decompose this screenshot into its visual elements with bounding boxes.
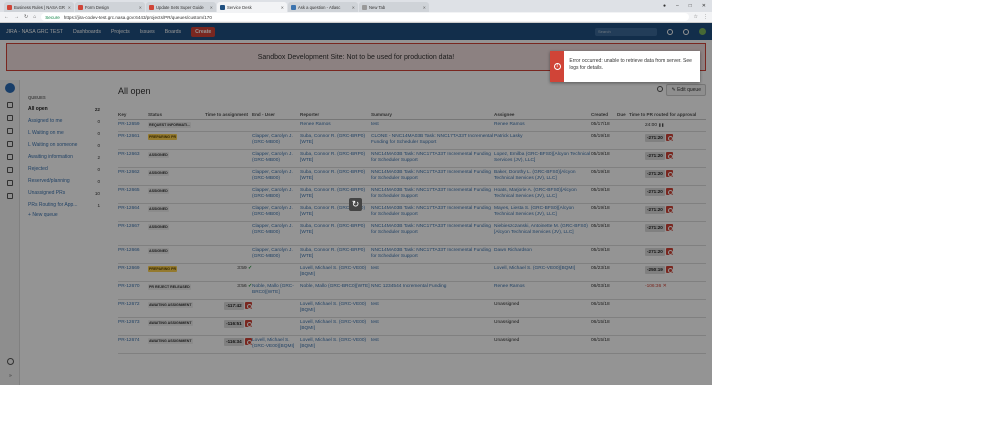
url-field[interactable]: Secure https://jira-codev-test.grc.nasa.… [41, 13, 689, 21]
close-window-icon[interactable]: ✕ [702, 3, 706, 9]
browser-tab[interactable]: Form Design ✕ [75, 2, 145, 12]
loading-spinner-icon: ↻ [349, 198, 362, 211]
tab-favicon-icon [291, 4, 296, 10]
browser-tab[interactable]: Service Desk ✕ [217, 2, 287, 12]
profile-icon[interactable]: ● [663, 3, 666, 9]
tab-close-icon[interactable]: ✕ [352, 5, 355, 10]
window-controls: ● – □ ✕ [663, 0, 712, 12]
maximize-icon[interactable]: □ [689, 3, 692, 9]
tab-label: Ask a question - Atlasc [298, 4, 341, 10]
tab-label: New Tab [369, 4, 386, 10]
browser-tab[interactable]: Ask a question - Atlasc ✕ [288, 2, 358, 12]
tab-favicon-icon [7, 4, 12, 10]
home-icon[interactable]: ⌂ [33, 14, 36, 20]
browser-tab[interactable]: Update Sets Super Guide ✕ [146, 2, 216, 12]
browser-tab[interactable]: New Tab ✕ [359, 2, 429, 12]
tab-close-icon[interactable]: ✕ [210, 5, 213, 10]
tab-label: Update Sets Super Guide [156, 4, 204, 10]
browser-tab-bar: Business Rules | NASA GR ✕ Form Design ✕ Upd… [0, 0, 712, 12]
tab-favicon-icon [149, 4, 154, 10]
tab-label: Form Design [85, 4, 109, 10]
address-bar-row: ← → ↻ ⌂ Secure https://jira-codev-test.g… [0, 12, 712, 23]
error-message: Error occurred: unable to retrieve data … [569, 58, 692, 71]
tab-close-icon[interactable]: ✕ [423, 5, 426, 10]
browser-tab[interactable]: Business Rules | NASA GR ✕ [4, 2, 74, 12]
tab-favicon-icon [362, 4, 367, 10]
tab-favicon-icon [220, 4, 225, 10]
url-text: https://jira-codev-test.grc.nasa.gov:644… [63, 14, 212, 20]
tab-close-icon[interactable]: ✕ [139, 5, 142, 10]
tab-label: Business Rules | NASA GR [14, 4, 65, 10]
forward-icon[interactable]: → [14, 14, 19, 20]
minimize-icon[interactable]: – [676, 3, 679, 9]
tab-close-icon[interactable]: ✕ [68, 5, 71, 10]
reload-icon[interactable]: ↻ [24, 14, 28, 20]
tab-close-icon[interactable]: ✕ [281, 5, 284, 10]
error-icon: ! [553, 63, 561, 70]
tab-label: Service Desk [227, 4, 252, 10]
error-flag: ! Error occurred: unable to retrieve dat… [550, 51, 700, 82]
bookmark-star-icon[interactable]: ☆ [694, 14, 698, 20]
secure-label: Secure [45, 14, 60, 20]
tab-favicon-icon [78, 4, 83, 10]
back-icon[interactable]: ← [4, 14, 9, 20]
browser-menu-icon[interactable]: ⋮ [703, 14, 708, 20]
error-flag-bar: ! [550, 51, 565, 82]
browser-window: Business Rules | NASA GR ✕ Form Design ✕ Upd… [0, 0, 712, 385]
